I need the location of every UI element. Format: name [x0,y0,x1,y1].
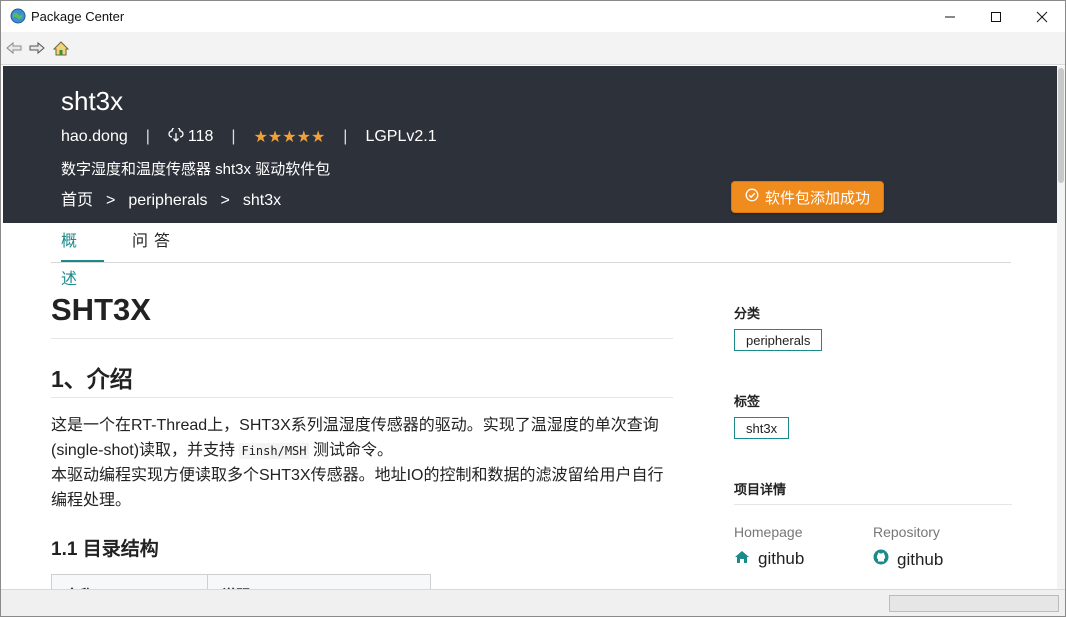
close-button[interactable] [1019,1,1065,32]
divider [51,338,673,339]
minimize-button[interactable] [927,1,973,32]
package-header: sht3x hao.dong | 118 | ★★★★★ | LGPLv2.1 … [3,66,1057,223]
divider [734,504,1012,505]
breadcrumb-current: sht3x [242,192,282,209]
tags-heading: 标签 [734,394,761,409]
package-license: LGPLv2.1 [365,128,437,145]
meta-separator: | [231,128,236,145]
download-count-value: 118 [187,128,214,145]
content-tabs: 概述 问答 [51,223,1011,288]
package-added-label: 软件包添加成功 [764,189,870,207]
forward-arrow-icon[interactable] [28,39,46,57]
check-circle-icon [745,188,759,206]
progress-bar [889,595,1059,612]
vertical-scrollbar[interactable] [1057,66,1065,589]
package-meta: hao.dong | 118 | ★★★★★ | LGPLv2.1 [61,125,437,147]
meta-separator: | [343,128,348,145]
intro-text-end: 测试命令。 [308,442,393,459]
note-paragraph: 本驱动编程实现方便读取多个SHT3X传感器。地址IO的控制和数据的滤波留给用户自… [51,467,664,509]
category-chip[interactable]: peripherals [734,329,823,351]
tab-qa[interactable]: 问答 [132,223,182,262]
repository-link-text: github [897,549,944,569]
tag-chip[interactable]: sht3x [734,417,790,439]
repository-label: Repository [873,524,940,540]
intro-paragraph: 这是一个在RT-Thread上，SHT3X系列温湿度传感器的驱动。实现了温湿度的… [51,413,673,464]
house-icon [734,549,750,569]
repository-link[interactable]: github [873,549,943,570]
window-title: Package Center [31,9,125,24]
package-description: 数字湿度和温度传感器 sht3x 驱动软件包 [61,161,331,178]
homepage-link-text: github [758,549,805,568]
breadcrumb-separator: > [106,192,116,209]
star-rating: ★★★★★ [253,129,326,146]
table-header-desc: 说明 [208,575,430,589]
github-icon [873,549,889,570]
directory-table: 名称 说明 [51,574,431,589]
meta-separator: | [145,128,150,145]
readme-title: SHT3X [51,292,151,327]
package-added-button[interactable]: 软件包添加成功 [731,181,884,213]
home-icon[interactable] [52,39,70,57]
package-center-window: Package Center sht3x hao.dong | 118 | ★★… [0,0,1066,617]
homepage-link[interactable]: github [734,549,804,569]
inline-code: Finsh/MSH [239,443,309,459]
section-heading-intro: 1、介绍 [51,366,133,392]
breadcrumb-home[interactable]: 首页 [61,192,93,209]
scrollbar-thumb[interactable] [1058,68,1064,183]
table-header-name: 名称 [52,575,208,589]
maximize-button[interactable] [973,1,1019,32]
back-arrow-icon[interactable] [5,39,23,57]
title-bar: Package Center [1,1,1065,32]
download-count: 118 [168,125,214,147]
cloud-download-icon [168,125,184,147]
breadcrumb-separator: > [220,192,230,209]
divider [51,397,673,398]
section-heading-structure: 1.1 目录结构 [51,539,159,560]
package-name: sht3x [61,86,124,116]
web-content: sht3x hao.dong | 118 | ★★★★★ | LGPLv2.1 … [3,66,1057,589]
breadcrumb-category[interactable]: peripherals [128,192,207,209]
homepage-label: Homepage [734,524,803,540]
category-heading: 分类 [734,306,761,321]
status-bar [1,589,1065,616]
navigation-toolbar [1,32,1065,65]
tab-overview[interactable]: 概述 [61,223,104,288]
breadcrumb: 首页 > peripherals > sht3x [61,186,281,210]
globe-icon [10,8,26,24]
package-author[interactable]: hao.dong [61,128,128,146]
details-heading: 项目详情 [734,482,787,497]
